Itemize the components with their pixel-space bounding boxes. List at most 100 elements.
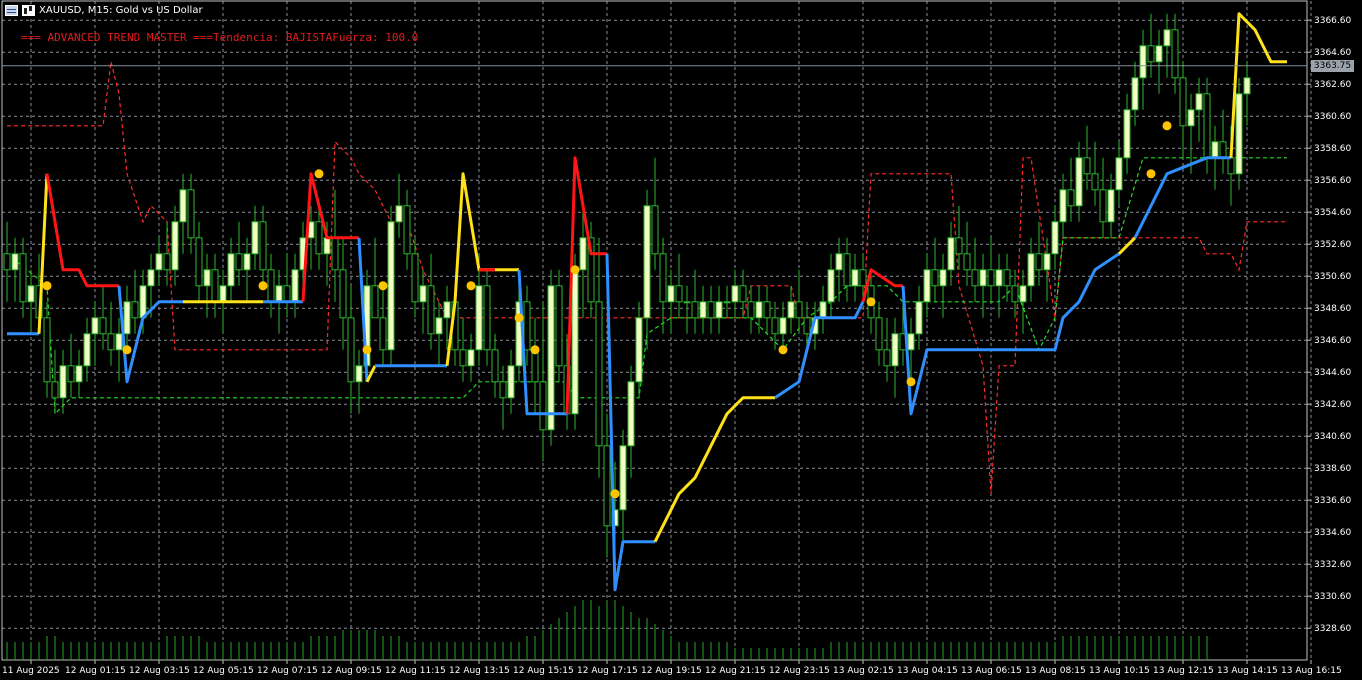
candle-bullish (1043, 253, 1051, 271)
candle-bearish (491, 349, 499, 383)
candle-bearish (1067, 189, 1075, 207)
candle-bearish (1011, 285, 1019, 303)
candle-bullish (1019, 285, 1027, 303)
price-label: 3348.60 (1314, 304, 1351, 314)
flag-icon (5, 4, 18, 16)
candle-bearish (107, 333, 115, 351)
price-label: 3362.60 (1314, 80, 1351, 90)
candle-bullish (275, 285, 283, 303)
candle-bearish (1203, 93, 1211, 159)
candle-bullish (395, 205, 403, 223)
trend-segment-neutral (1117, 236, 1137, 255)
candle-bullish (1075, 157, 1083, 207)
candle-bullish (387, 221, 395, 351)
candle-bearish (499, 381, 507, 399)
candle-bearish (963, 253, 971, 271)
candle-bullish (475, 285, 483, 351)
trend-segment-neutral (653, 396, 775, 543)
candle-bullish (1163, 29, 1171, 47)
price-label: 3328.60 (1314, 624, 1351, 634)
time-label: 13 Aug 12:15 (1153, 666, 1214, 676)
signal-dot (514, 313, 524, 323)
price-label: 3342.60 (1314, 400, 1351, 410)
price-label: 3350.60 (1314, 272, 1351, 282)
signal-dot (1146, 169, 1156, 179)
candle-bullish (627, 381, 635, 447)
candle-bullish (1059, 189, 1067, 223)
candle-bearish (883, 349, 891, 367)
time-label: 12 Aug 03:15 (129, 666, 190, 676)
candle-bullish (579, 237, 587, 271)
candle-bullish (507, 365, 515, 399)
time-label: 13 Aug 14:15 (1217, 666, 1278, 676)
candle-bullish (1051, 221, 1059, 255)
candle-bearish (1099, 189, 1107, 223)
candle-bullish (355, 365, 363, 383)
signal-dot (610, 489, 620, 499)
indicator-label: === ADVANCED TREND MASTER ===Tendencia: … (21, 31, 419, 44)
signal-dot (378, 281, 388, 291)
candle-bullish (139, 285, 147, 319)
candle-bullish (251, 221, 259, 255)
candle-bullish (1243, 77, 1251, 95)
time-label: 13 Aug 10:15 (1089, 666, 1150, 676)
candlestick-series (3, 13, 1251, 574)
candle-bullish (667, 285, 675, 303)
candle-bullish (915, 301, 923, 335)
price-label: 3336.60 (1314, 496, 1351, 506)
candle-bearish (859, 269, 867, 287)
candle-bullish (619, 445, 627, 511)
price-label: 3346.60 (1314, 336, 1351, 346)
price-axis[interactable]: 3366.60 3364.60 3362.60 3360.60 3358.60 3356.… (1307, 16, 1351, 634)
candle-bearish (187, 189, 195, 239)
candle-bearish (267, 269, 275, 303)
time-label: 12 Aug 17:15 (577, 666, 638, 676)
candle-bullish (779, 317, 787, 335)
candle-bullish (995, 269, 1003, 287)
time-axis[interactable]: 11 Aug 2025 12 Aug 01:15 12 Aug 03:15 12 Au… (2, 660, 1342, 676)
candle-bullish (419, 285, 427, 303)
chart-icon[interactable] (22, 4, 35, 16)
candle-bullish (635, 317, 643, 383)
candle-bullish (819, 301, 827, 319)
candle-bullish (699, 301, 707, 319)
time-label: 12 Aug 23:15 (769, 666, 830, 676)
candle-bullish (1115, 157, 1123, 191)
candle-bullish (827, 269, 835, 303)
candle-bullish (59, 365, 67, 399)
price-label: 3340.60 (1314, 432, 1351, 442)
candle-bearish (195, 237, 203, 287)
candle-bullish (75, 365, 83, 383)
candle-bullish (947, 237, 955, 271)
price-label: 3338.60 (1314, 464, 1351, 474)
candle-bearish (43, 317, 51, 383)
time-label: 12 Aug 09:15 (321, 666, 382, 676)
signal-dot (42, 281, 52, 291)
signal-dot (530, 345, 540, 355)
candle-bullish (643, 205, 651, 319)
time-label: 13 Aug 02:15 (833, 666, 894, 676)
time-label: 13 Aug 04:15 (897, 666, 958, 676)
candle-bullish (171, 221, 179, 271)
candle-bearish (555, 285, 563, 367)
candle-bearish (603, 445, 611, 527)
candle-bullish (571, 269, 579, 415)
time-label: 12 Aug 13:15 (449, 666, 510, 676)
candle-bearish (371, 285, 379, 319)
candle-bullish (1139, 45, 1147, 79)
price-chart[interactable]: 3366.60 3364.60 3362.60 3360.60 3358.60 3356.… (0, 0, 1362, 680)
candle-bearish (339, 269, 347, 319)
signal-dot (122, 345, 132, 355)
candle-bearish (347, 317, 355, 383)
candle-bearish (675, 285, 683, 303)
candle-bullish (323, 237, 331, 255)
candle-bearish (1219, 141, 1227, 159)
candle-bullish (547, 285, 555, 431)
chart-title: XAUUSD, M15: Gold vs US Dollar (39, 4, 203, 16)
candle-bullish (11, 253, 19, 271)
candle-bearish (595, 301, 603, 447)
signal-dot (362, 345, 372, 355)
candle-bearish (211, 269, 219, 303)
candle-bearish (379, 317, 387, 351)
candle-bullish (203, 269, 211, 287)
